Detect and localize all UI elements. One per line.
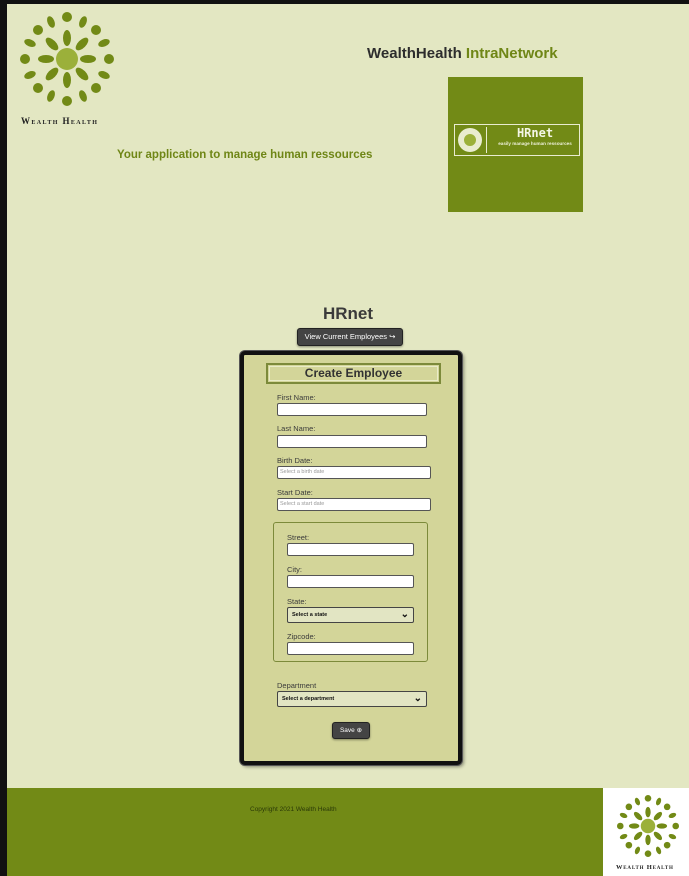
department-select[interactable]: Select a department ⌄ <box>277 691 427 707</box>
last-name-input[interactable] <box>277 435 427 448</box>
start-date-input[interactable]: Select a start date <box>277 498 431 511</box>
copyright-text: Copyright 2021 Wealth Health <box>250 806 337 813</box>
save-button[interactable]: Save ⊕ <box>332 722 370 739</box>
street-label: Street: <box>287 533 310 542</box>
last-name-label: Last Name: <box>277 424 316 433</box>
hrnet-badge: HRnet easily manage human ressources <box>454 124 580 156</box>
view-current-employees-button[interactable]: View Current Employees ↪ <box>297 328 403 346</box>
tagline: Your application to manage human ressour… <box>117 149 373 161</box>
page-title: HRnet <box>322 304 374 323</box>
address-fieldset: Street: City: State: Select a state ⌄ Zi… <box>273 522 428 662</box>
hrnet-logo-word: HRnet <box>516 126 554 140</box>
department-label: Department <box>277 681 317 690</box>
footer-brand-name: Wealth Health <box>616 864 674 871</box>
footer: Copyright 2021 Wealth Health <box>7 788 689 876</box>
birth-date-label: Birth Date: <box>277 456 313 465</box>
first-name-label: First Name: <box>277 393 316 402</box>
site-title: WealthHealth IntraNetwork <box>367 45 558 62</box>
birth-date-input[interactable]: Select a birth date <box>277 466 431 479</box>
zipcode-input[interactable] <box>287 642 414 655</box>
state-select[interactable]: Select a state ⌄ <box>287 607 414 623</box>
chevron-down-icon: ⌄ <box>413 693 422 704</box>
site-title-part1: WealthHealth <box>367 45 466 62</box>
street-input[interactable] <box>287 543 414 556</box>
wealth-health-logo-icon <box>616 794 680 858</box>
hrnet-logo-subtitle: easily manage human ressources <box>498 141 572 146</box>
state-label: State: <box>287 597 307 606</box>
footer-logo-box: Wealth Health <box>603 788 689 876</box>
zipcode-label: Zipcode: <box>287 632 316 641</box>
wealth-health-logo <box>20 12 114 106</box>
start-date-label: Start Date: <box>277 488 313 497</box>
hrnet-circle-icon <box>458 128 482 152</box>
create-employee-form: Create Employee First Name: Last Name: B… <box>240 351 462 765</box>
page: Wealth Health WealthHealth IntraNetwork … <box>7 4 689 876</box>
chevron-down-icon: ⌄ <box>400 609 409 620</box>
state-select-value: Select a state <box>292 612 328 618</box>
city-input[interactable] <box>287 575 414 588</box>
city-label: City: <box>287 565 302 574</box>
brand-name: Wealth Health <box>21 116 99 126</box>
hrnet-logo: HRnet easily manage human ressources <box>448 77 583 212</box>
hrnet-divider <box>486 127 487 153</box>
department-select-value: Select a department <box>282 696 335 702</box>
first-name-input[interactable] <box>277 403 427 416</box>
form-title: Create Employee <box>266 363 441 384</box>
site-title-part2: IntraNetwork <box>465 45 558 62</box>
